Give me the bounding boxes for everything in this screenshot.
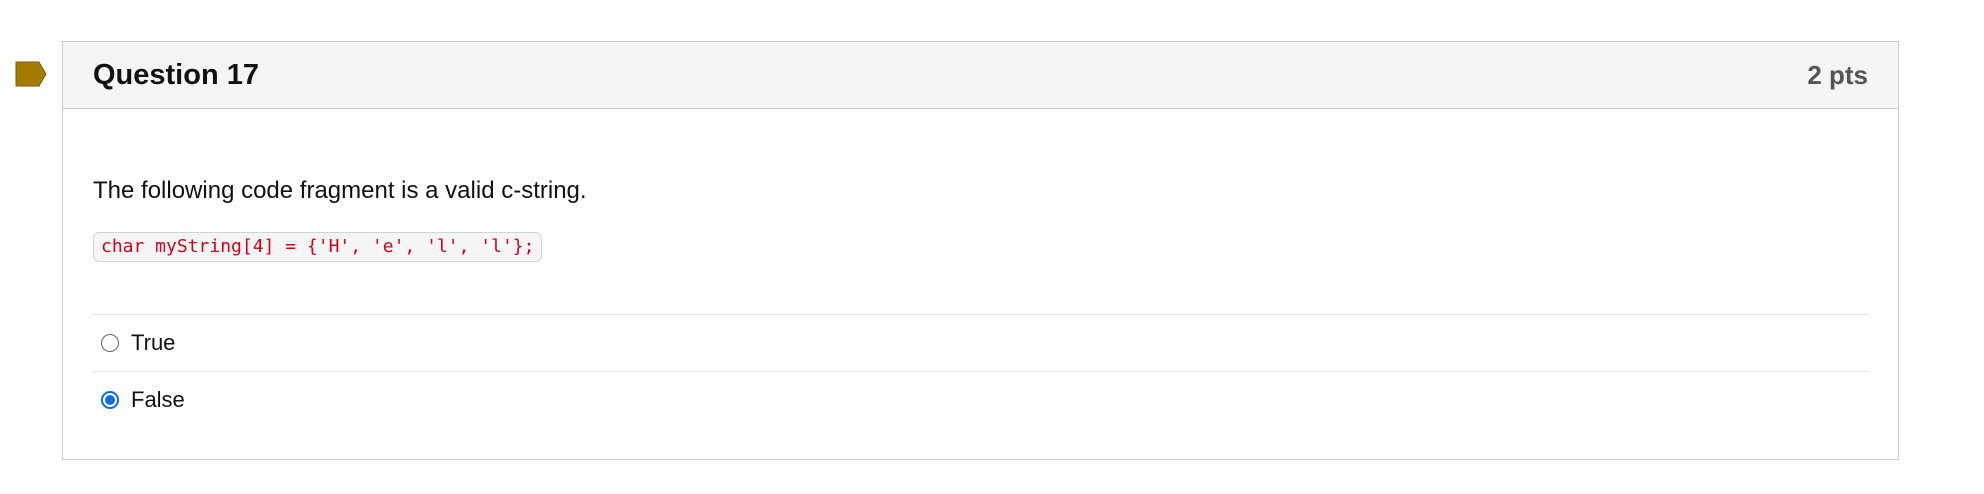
flag-question-icon[interactable] [15,60,47,88]
question-title: Question 17 [93,58,259,91]
answer-label: True [131,330,176,355]
answer-option-true[interactable]: True [93,315,1868,372]
radio-checked-icon[interactable] [101,391,119,409]
answer-label: False [131,387,185,412]
question-header: Question 17 2 pts [63,42,1898,109]
question-card: Question 17 2 pts The following code fra… [62,41,1899,460]
answer-option-false[interactable]: False [93,372,1868,428]
code-snippet: char myString[4] = {'H', 'e', 'l', 'l'}; [93,232,543,262]
question-text: The following code fragment is a valid c… [93,177,587,204]
radio-unchecked-icon[interactable] [101,334,119,352]
question-body: The following code fragment is a valid c… [63,109,1898,428]
answer-list: True False [93,314,1868,428]
question-points: 2 pts [1807,59,1868,90]
